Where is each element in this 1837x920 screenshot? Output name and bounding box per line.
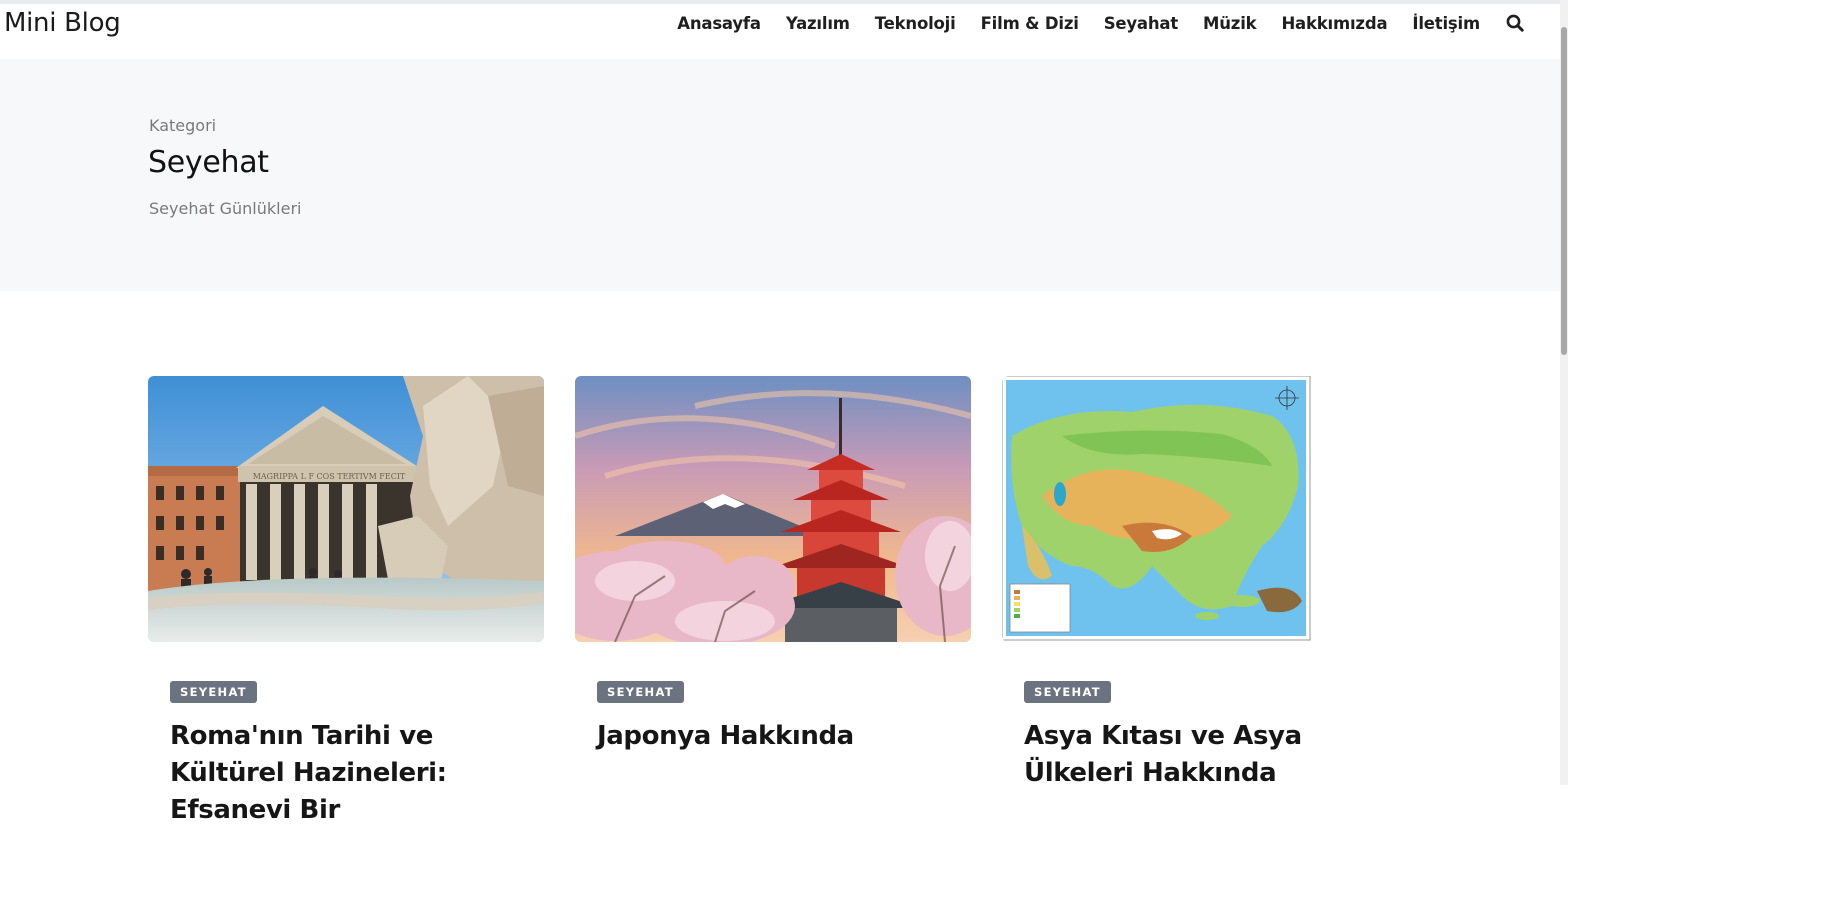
post-title[interactable]: Japonya Hakkında	[597, 718, 957, 755]
category-badge[interactable]: SEYEHAT	[597, 681, 684, 703]
post-thumbnail-japan[interactable]	[575, 376, 971, 642]
site-logo[interactable]: Mini Blog	[4, 8, 121, 38]
post-card: SEYEHAT Japonya Hakkında	[575, 376, 971, 751]
main-nav: Anasayfa Yazılım Teknoloji Film & Dizi S…	[652, 14, 1524, 33]
post-title[interactable]: Roma'nın Tarihi ve Kültürel Hazineleri: …	[170, 718, 530, 829]
category-badge[interactable]: SEYEHAT	[1024, 681, 1111, 703]
category-description: Seyehat Günlükleri	[149, 199, 302, 218]
scrollbar[interactable]	[1560, 0, 1568, 785]
svg-text:MAGRIPPA L F COS TERTIVM FECIT: MAGRIPPA L F COS TERTIVM FECIT	[253, 472, 406, 481]
nav-item-yazilim[interactable]: Yazılım	[786, 14, 850, 33]
post-title[interactable]: Asya Kıtası ve Asya Ülkeleri Hakkında	[1024, 718, 1384, 792]
search-icon[interactable]	[1506, 14, 1524, 32]
nav-item-film-dizi[interactable]: Film & Dizi	[981, 14, 1079, 33]
category-kicker: Kategori	[149, 116, 217, 135]
category-badge[interactable]: SEYEHAT	[170, 681, 257, 703]
scrollbar-thumb[interactable]	[1561, 27, 1567, 355]
post-thumbnail-asia-map[interactable]	[1002, 376, 1398, 642]
post-card: SEYEHAT Asya Kıtası ve Asya Ülkeleri Hak…	[1002, 376, 1398, 788]
nav-item-muzik[interactable]: Müzik	[1203, 14, 1257, 33]
post-card: MAGRIPPA L F COS TERTIVM FECIT SEYEHAT R…	[148, 376, 544, 825]
page-title: Seyehat	[148, 145, 269, 180]
navbar: Mini Blog Anasayfa Yazılım Teknoloji Fil…	[0, 4, 1560, 59]
nav-item-hakkimizda[interactable]: Hakkımızda	[1281, 14, 1387, 33]
nav-item-seyahat[interactable]: Seyahat	[1104, 14, 1179, 33]
nav-item-iletisim[interactable]: İletişim	[1412, 14, 1480, 33]
nav-item-teknoloji[interactable]: Teknoloji	[875, 14, 956, 33]
category-header: Kategori Seyehat Seyehat Günlükleri	[0, 59, 1560, 291]
post-thumbnail-pantheon[interactable]: MAGRIPPA L F COS TERTIVM FECIT	[148, 376, 544, 642]
nav-item-anasayfa[interactable]: Anasayfa	[677, 14, 761, 33]
